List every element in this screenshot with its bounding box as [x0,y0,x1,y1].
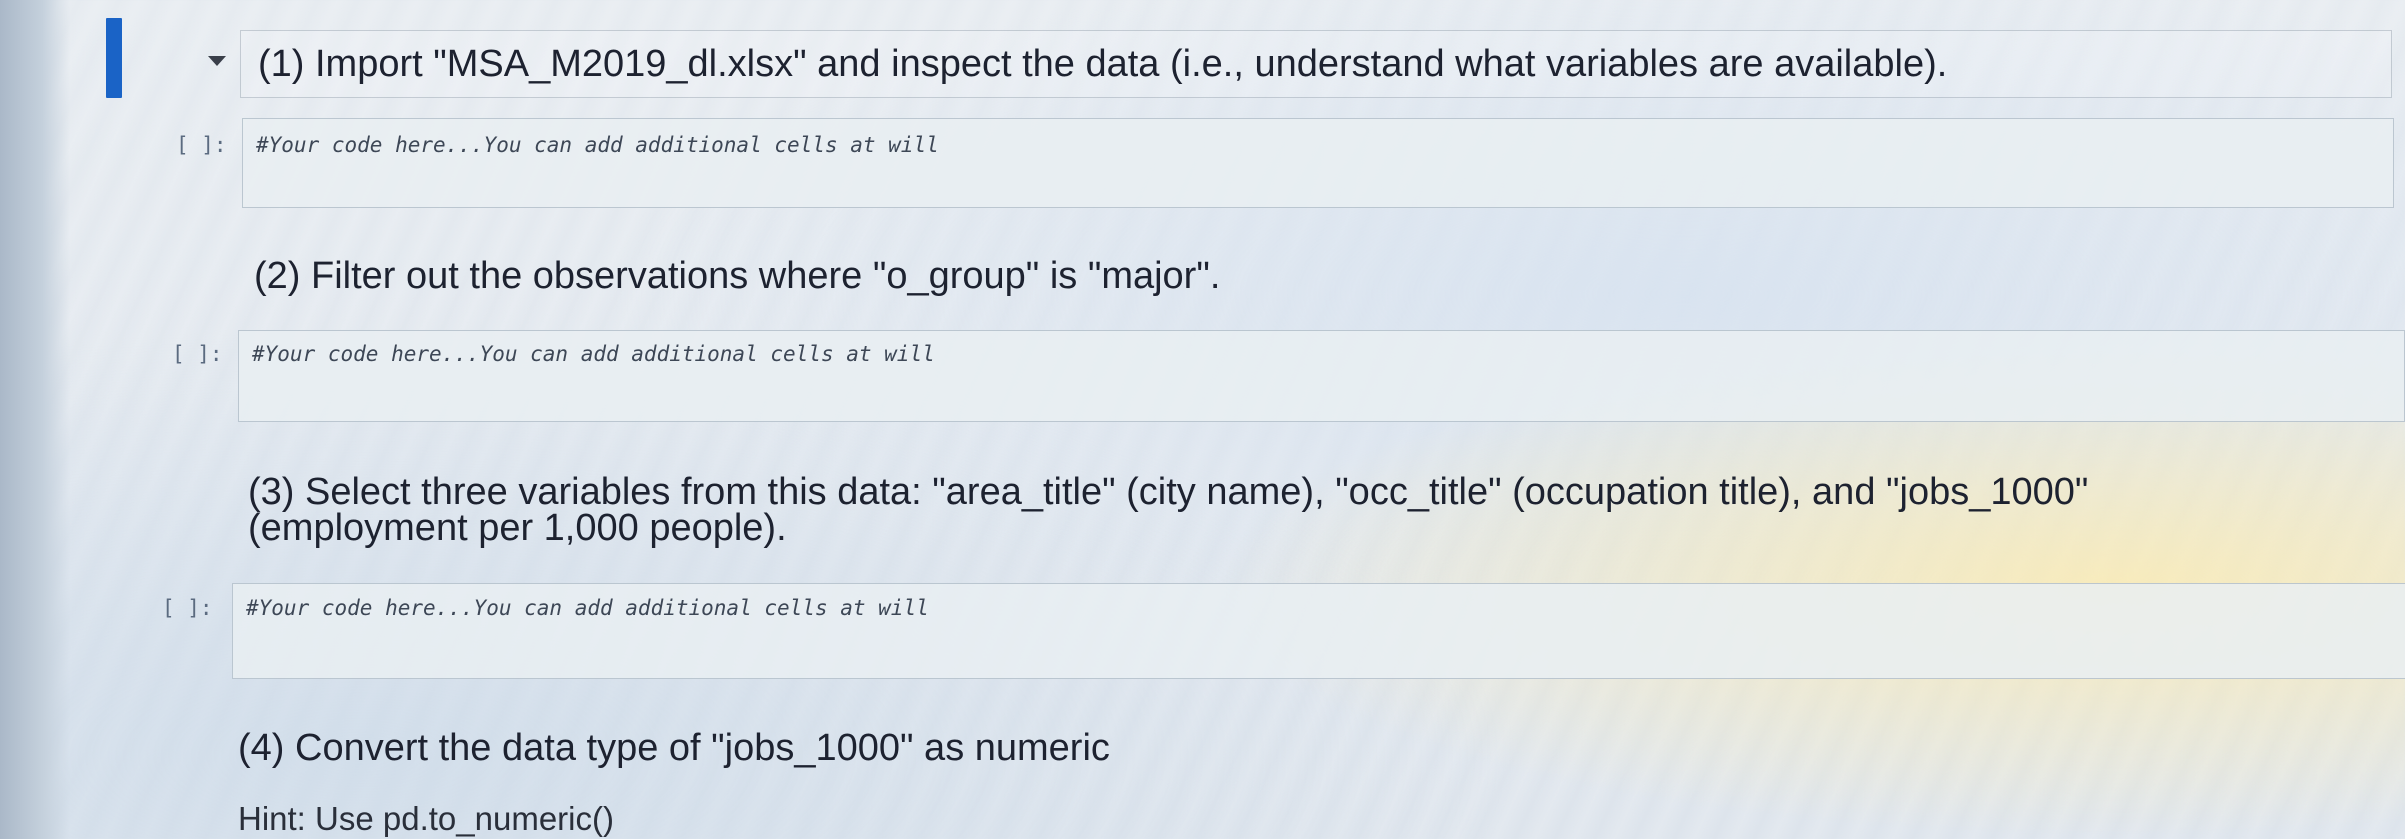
code-cell-1[interactable] [242,118,2394,208]
input-prompt-1: [ ]: [176,133,227,157]
code-cell-1-text[interactable]: #Your code here...You can add additional… [256,133,939,157]
selected-cell-bar [106,18,122,98]
caret-down-icon[interactable] [208,56,226,66]
markdown-heading-4: (4) Convert the data type of "jobs_1000"… [238,727,1110,769]
input-prompt-2: [ ]: [172,342,223,366]
markdown-heading-2: (2) Filter out the observations where "o… [254,255,1221,297]
code-cell-3-text[interactable]: #Your code here...You can add additional… [246,596,929,620]
input-prompt-3: [ ]: [162,596,213,620]
markdown-heading-3: (3) Select three variables from this dat… [248,471,2089,549]
hint-text: Hint: Use pd.to_numeric() [238,800,614,837]
markdown-heading-1: (1) Import "MSA_M2019_dl.xlsx" and inspe… [258,43,1948,85]
code-cell-2-text[interactable]: #Your code here...You can add additional… [252,342,935,366]
left-margin [0,0,70,839]
